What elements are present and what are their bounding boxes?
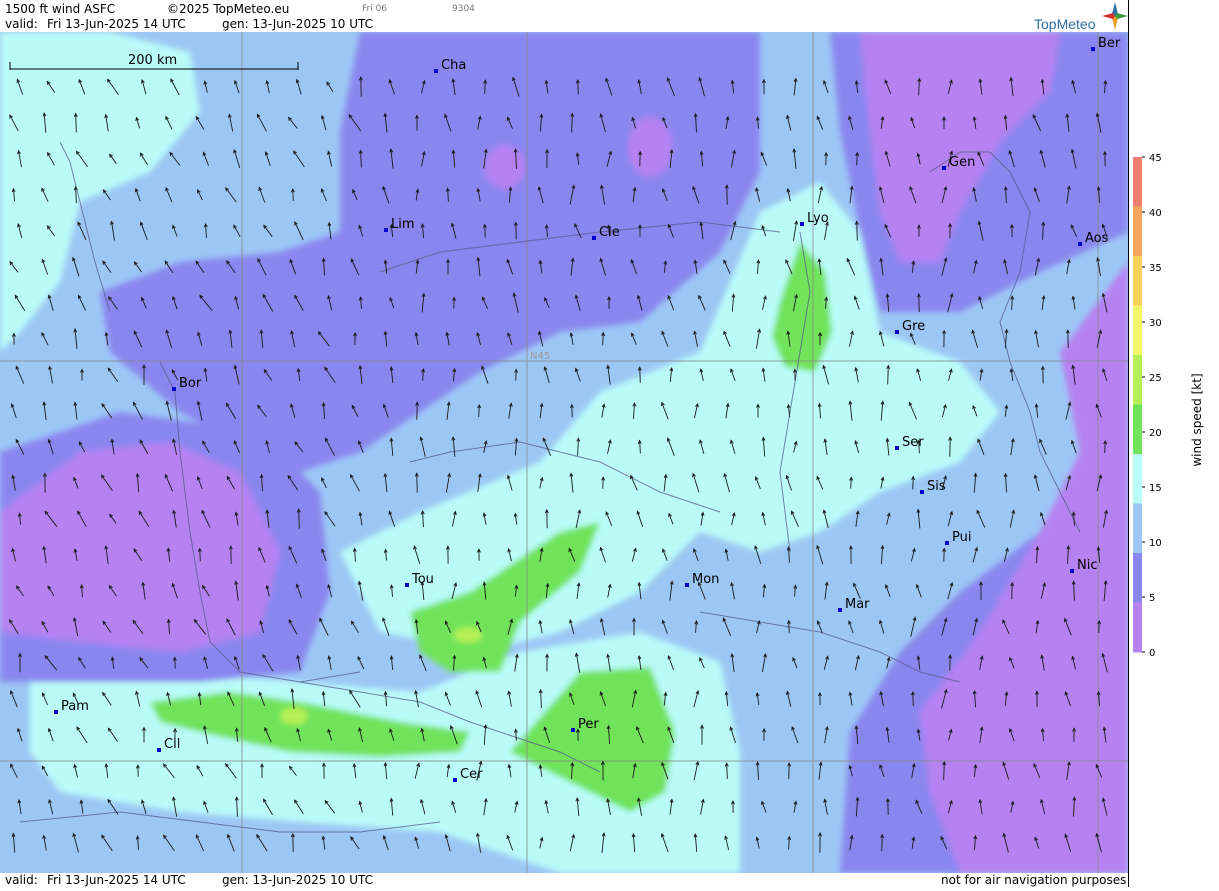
- city-label: Per: [578, 717, 599, 732]
- footer-valid-label: valid:: [5, 873, 38, 887]
- city-dot: [405, 583, 409, 587]
- city-label: Cil: [164, 737, 180, 752]
- city-label: Gre: [902, 319, 925, 334]
- legend-tick-label: 15: [1149, 483, 1162, 494]
- legend-color-bar: [1133, 157, 1142, 653]
- city-label: Cer: [460, 767, 483, 782]
- legend-tick-label: 0: [1149, 648, 1155, 659]
- city-dot: [942, 166, 946, 170]
- city-dot: [1070, 569, 1074, 573]
- graticule-label: N45: [530, 351, 550, 362]
- city-dot: [1091, 47, 1095, 51]
- legend-svg: 45 40 35 30 25 20 15 10 5 0 wind speed [kt]: [1133, 153, 1204, 659]
- product-title: 1500 ft wind ASFC: [5, 2, 116, 16]
- legend-tick-label: 10: [1149, 538, 1162, 549]
- valid-time: Fri 13-Jun-2025 14 UTC: [47, 17, 186, 31]
- city-label: Aos: [1085, 231, 1109, 246]
- legend-swatch: [1133, 454, 1142, 504]
- city-label: Nic: [1077, 558, 1097, 573]
- city-label: Pui: [952, 530, 971, 545]
- city-dot: [895, 446, 899, 450]
- valid-label: valid:: [5, 17, 38, 31]
- city-dot: [571, 728, 575, 732]
- wind-field-svg: N45 200 km Ber Cha Gen Lim Cle Lyo Aos Gre Bor Se…: [0, 32, 1128, 873]
- city-label: Mar: [845, 597, 870, 612]
- city-dot: [592, 236, 596, 240]
- legend-swatch: [1133, 206, 1142, 257]
- legend-tick-label: 25: [1149, 373, 1162, 384]
- scale-label: 200 km: [128, 53, 177, 68]
- legend-swatch: [1133, 256, 1142, 306]
- legend-tick-label: 30: [1149, 318, 1162, 329]
- city-label: Gen: [949, 155, 975, 170]
- city-dot: [838, 608, 842, 612]
- city-label: Bor: [179, 376, 202, 391]
- wind-zone-0-5-cell: [485, 145, 525, 189]
- legend-swatch: [1133, 157, 1142, 207]
- city-dot: [384, 228, 388, 232]
- city-label: Pam: [61, 699, 89, 714]
- legend-tick-label: 20: [1149, 428, 1162, 439]
- wind-map[interactable]: N45 200 km Ber Cha Gen Lim Cle Lyo Aos Gre Bor Se…: [0, 32, 1128, 873]
- city-dot: [157, 748, 161, 752]
- legend-swatch: [1133, 404, 1142, 455]
- legend-title: wind speed [kt]: [1190, 373, 1204, 466]
- city-label: Sis: [927, 479, 946, 494]
- generated-time: gen: 13-Jun-2025 10 UTC: [222, 17, 374, 31]
- legend-tick-label: 45: [1149, 153, 1162, 164]
- day-code: Fri 06: [362, 4, 388, 14]
- city-label: Ser: [902, 435, 924, 450]
- city-dot: [434, 69, 438, 73]
- city-dot: [945, 541, 949, 545]
- brand-name: TopMeteo: [1034, 16, 1096, 32]
- map-footer: valid: Fri 13-Jun-2025 14 UTC gen: 13-Ju…: [0, 873, 1128, 887]
- legend-ticks: 45 40 35 30 25 20 15 10 5 0: [1142, 153, 1162, 659]
- city-label: Lim: [391, 217, 415, 232]
- city-label: Lyo: [807, 211, 829, 226]
- legend-swatch: [1133, 602, 1142, 653]
- city-dot: [895, 330, 899, 334]
- city-label: Mon: [692, 572, 719, 587]
- city-dot: [453, 778, 457, 782]
- city-dot: [172, 387, 176, 391]
- run-code: 9304: [452, 4, 475, 14]
- city-dot: [800, 222, 804, 226]
- legend-swatch: [1133, 503, 1142, 554]
- legend-swatch: [1133, 553, 1142, 603]
- map-header: 1500 ft wind ASFC ©2025 TopMeteo.eu Fri …: [0, 0, 1128, 32]
- legend-swatch: [1133, 305, 1142, 356]
- city-label: Cha: [441, 58, 466, 73]
- legend-tick-label: 35: [1149, 263, 1162, 274]
- legend-swatch: [1133, 355, 1142, 405]
- wind-zone-25-30-cell: [454, 627, 482, 643]
- legend-tick-label: 5: [1149, 593, 1155, 604]
- copyright: ©2025 TopMeteo.eu: [167, 2, 290, 16]
- city-label: Ber: [1098, 36, 1121, 51]
- footer-generated-time: gen: 13-Jun-2025 10 UTC: [222, 873, 374, 887]
- city-dot: [54, 710, 58, 714]
- city-label: Cle: [599, 225, 620, 240]
- color-legend: 45 40 35 30 25 20 15 10 5 0 wind speed [kt]: [1128, 0, 1219, 887]
- disclaimer: not for air navigation purposes: [941, 873, 1127, 887]
- wind-zone-25-30-cell: [280, 707, 308, 725]
- city-dot: [920, 490, 924, 494]
- city-dot: [1078, 242, 1082, 246]
- legend-tick-label: 40: [1149, 208, 1162, 219]
- city-dot: [685, 583, 689, 587]
- footer-valid-time: Fri 13-Jun-2025 14 UTC: [47, 873, 186, 887]
- city-label: Tou: [411, 572, 434, 587]
- compass-logo-icon: [1102, 2, 1128, 30]
